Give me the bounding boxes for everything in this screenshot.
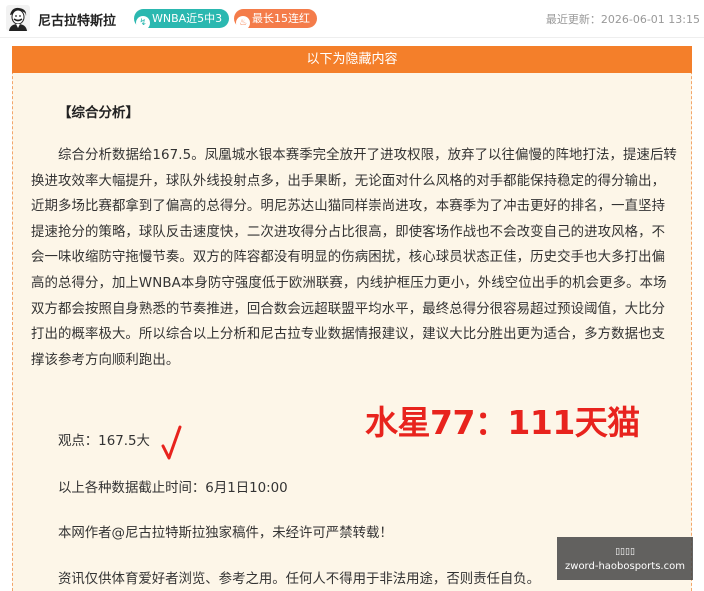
section-heading: 【综合分析】 [58, 105, 139, 121]
data-cutoff-text: 以上各种数据截止时间：6月1日10:00 [58, 481, 288, 496]
badge-win-streak-label: 最长15连红 [252, 12, 310, 25]
author-name[interactable]: 尼古拉特斯拉 [38, 10, 116, 29]
site-watermark: ▯▯▯▯ zword-haobosports.com [557, 537, 693, 580]
watermark-line1: ▯▯▯▯ [615, 547, 635, 557]
article-header: 尼古拉特斯拉 ↯ WNBA近5中3 ♨ 最长15连红 最近更新：2026-06-01… [0, 0, 704, 38]
badge-win-streak: ♨ 最长15连红 [234, 9, 317, 30]
hidden-content-bar: 以下为隐藏内容 [12, 46, 692, 73]
disclaimer-text: 资讯仅供体育爱好者浏览、参考之用。任何人不得用于非法用途，否则责任自负。 [58, 572, 541, 587]
checkmark-icon [161, 425, 182, 460]
badge-recent-record-label: WNBA近5中3 [152, 12, 223, 25]
analysis-paragraph: 综合分析数据给167.5。凤凰城水银本赛季完全放开了进攻权限，放弃了以往偏慢的阵… [31, 148, 677, 368]
tag-icon: ↯ [136, 16, 150, 30]
final-score-overlay: 水星77：111天猫 [365, 403, 640, 442]
flame-icon: ♨ [236, 16, 250, 30]
author-avatar[interactable] [6, 5, 30, 31]
last-updated: 最近更新：2026-06-01 13:15 [545, 13, 700, 26]
portrait-avatar-icon [6, 5, 30, 31]
viewpoint-text: 观点：167.5大 [58, 434, 150, 449]
copyright-notice: 本网作者@尼古拉特斯拉独家稿件，未经许可严禁转载！ [58, 526, 393, 541]
watermark-url: zword-haobosports.com [565, 561, 685, 572]
badge-recent-record: ↯ WNBA近5中3 [134, 9, 230, 30]
